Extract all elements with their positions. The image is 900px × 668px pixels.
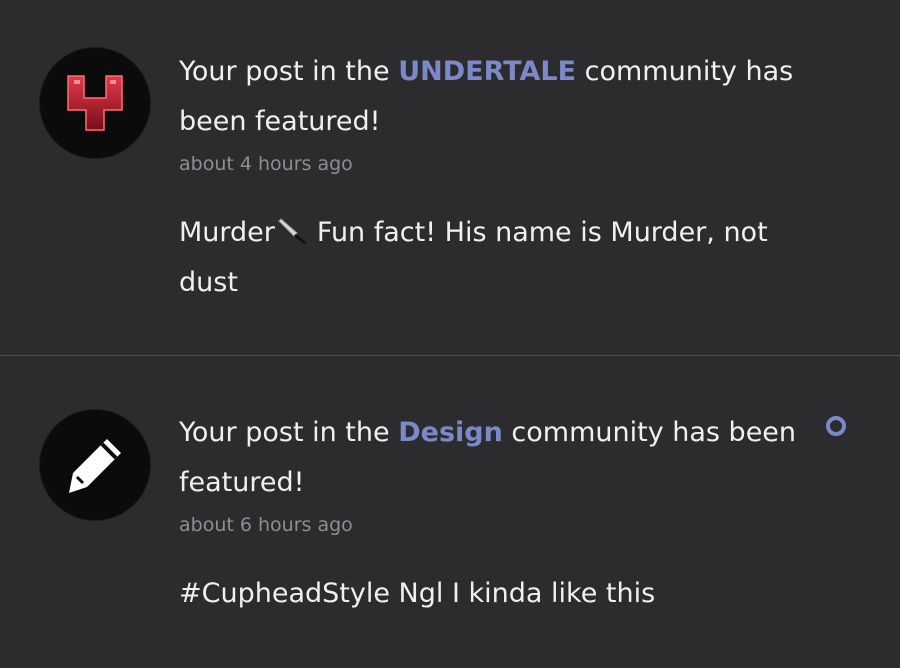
post-preview[interactable]: Murder Fun fact! His name is Murder, not… <box>179 208 819 308</box>
unread-indicator <box>826 416 846 436</box>
notification-item[interactable]: Your post in the UNDERTALE community has… <box>0 0 900 355</box>
community-link[interactable]: Design <box>398 417 503 448</box>
knife-icon <box>278 218 307 244</box>
notification-timestamp: about 6 hours ago <box>179 514 353 536</box>
undertale-logo-icon <box>67 75 123 131</box>
community-link[interactable]: UNDERTALE <box>398 56 576 87</box>
notification-headline: Your post in the UNDERTALE community has… <box>179 47 819 147</box>
notification-headline: Your post in the Design community has be… <box>179 408 819 508</box>
notification-feed: Your post in the UNDERTALE community has… <box>0 0 900 668</box>
headline-prefix: Your post in the <box>179 417 399 448</box>
community-avatar[interactable] <box>40 48 150 158</box>
notification-item[interactable]: Your post in the Design community has be… <box>0 356 900 668</box>
headline-prefix: Your post in the <box>179 56 399 87</box>
pencil-icon <box>69 439 121 493</box>
post-title: Murder <box>179 217 275 248</box>
notification-timestamp: about 4 hours ago <box>179 153 353 175</box>
post-preview[interactable]: #CupheadStyle Ngl I kinda like this <box>179 569 819 619</box>
community-avatar[interactable] <box>40 410 150 520</box>
